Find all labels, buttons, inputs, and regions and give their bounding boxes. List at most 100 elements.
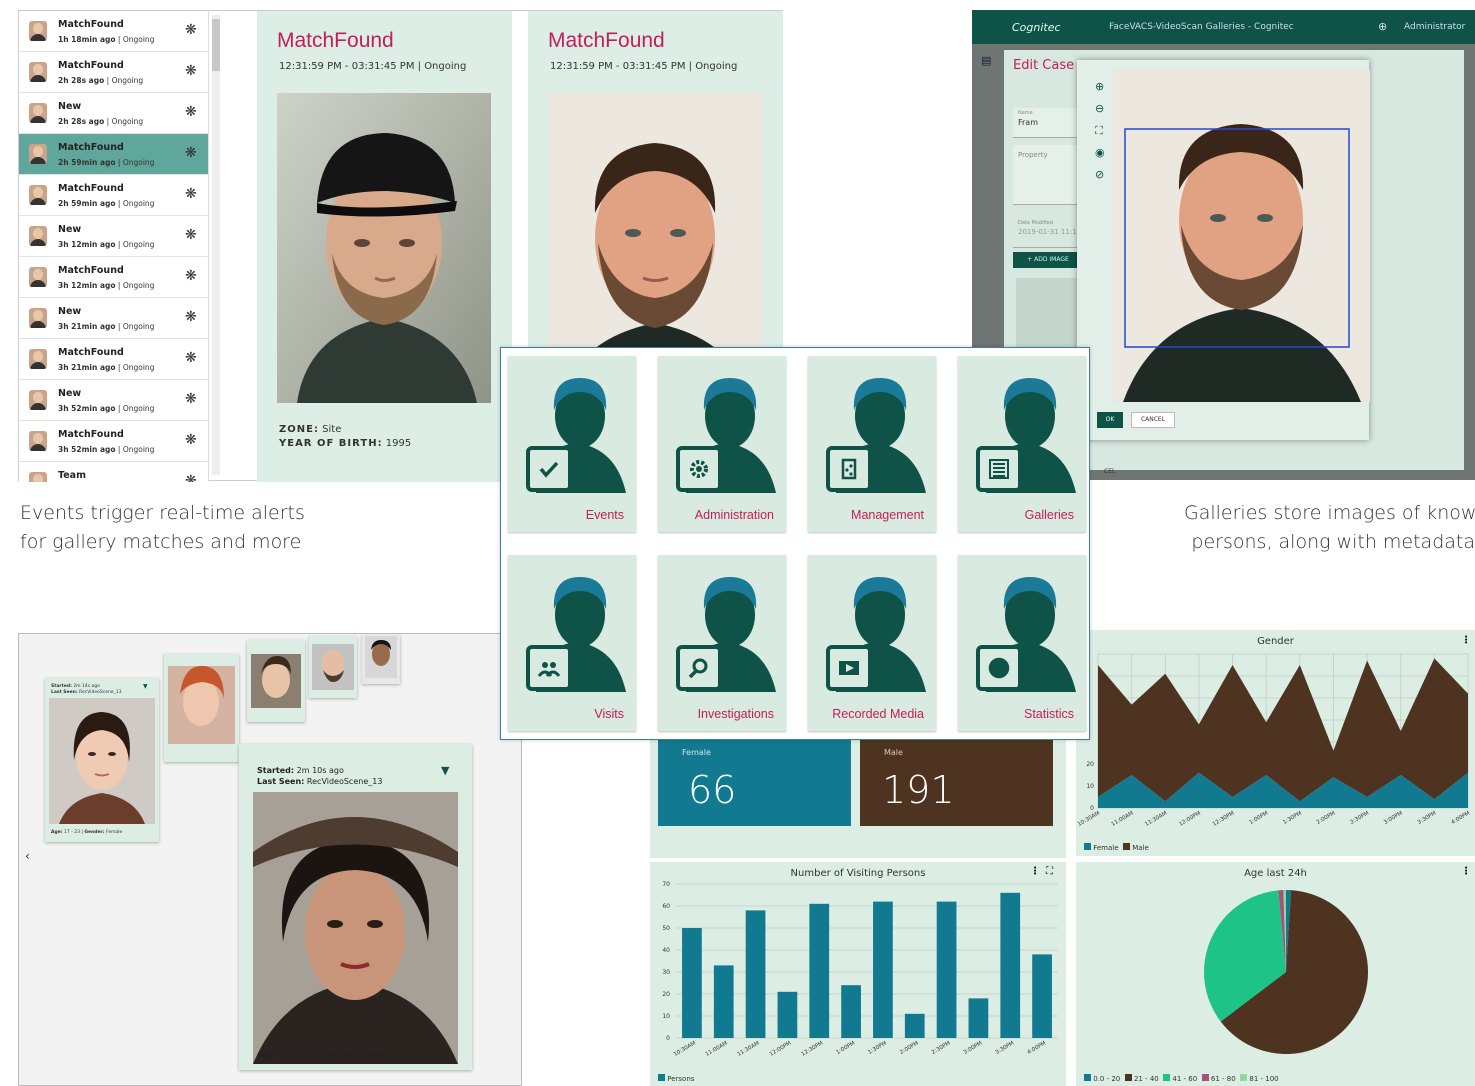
chevron-left-icon[interactable]: ‹ <box>25 849 30 863</box>
case-face-photo[interactable] <box>1113 70 1370 402</box>
user-menu[interactable]: Administrator <box>1404 22 1465 32</box>
event-avatar <box>29 390 47 410</box>
bar[interactable] <box>841 985 861 1038</box>
card-attrs: Age: 38 - 44 | Gender: Female <box>257 1050 384 1059</box>
bar[interactable] <box>682 928 702 1038</box>
legend-label: Male <box>1132 844 1149 852</box>
bar[interactable] <box>1000 892 1021 1038</box>
event-list-item[interactable]: MatchFound 2h 59min ago | Ongoing ❋ <box>19 175 208 216</box>
bar[interactable] <box>809 903 830 1038</box>
wall-card-small[interactable] <box>362 634 400 684</box>
event-list[interactable]: MatchFound 1h 18min ago | Ongoing ❋ MatchFo… <box>19 11 209 482</box>
add-image-button[interactable]: + ADD IMAGE <box>1013 252 1083 268</box>
nav-tile-recorded-media[interactable]: Recorded Media <box>808 555 936 731</box>
y-tick-label: 20 <box>1086 761 1094 768</box>
cancel-button-partial[interactable]: CEL <box>1104 468 1115 475</box>
bar[interactable] <box>873 901 893 1038</box>
event-status: Ongoing <box>122 445 155 454</box>
asterisk-icon[interactable]: ❋ <box>185 474 197 482</box>
event-list-item[interactable]: MatchFound 3h 52min ago | Ongoing ❋ <box>19 421 208 462</box>
event-list-item[interactable]: New 3h 52min ago | Ongoing ❋ <box>19 380 208 421</box>
bar[interactable] <box>777 991 798 1038</box>
caption-line: for gallery matches and more <box>20 531 302 553</box>
eye-off-icon[interactable]: ⊘ <box>1095 164 1105 186</box>
wall-card-small[interactable] <box>309 636 357 698</box>
wall-card-small[interactable] <box>247 640 305 722</box>
wall-card-medium[interactable]: Started: 2m 14s ago Last Seen: RecVideoS… <box>45 678 159 842</box>
x-tick-label: 11:00AM <box>1111 810 1135 828</box>
person-silhouette-icon <box>826 577 926 692</box>
legend-label: 81 - 100 <box>1249 1075 1279 1083</box>
probe-face-photo <box>277 93 491 403</box>
event-list-item[interactable]: Team ❋ <box>19 462 208 482</box>
more-vert-icon[interactable]: ⋮ <box>1461 635 1471 646</box>
fullscreen-icon[interactable]: ⛶ <box>1046 866 1053 877</box>
more-vert-icon[interactable]: ⋮ <box>1461 866 1471 877</box>
nav-tile-management[interactable]: Management <box>808 356 936 532</box>
nav-tile-administration[interactable]: Administration <box>658 356 786 532</box>
event-status: Ongoing <box>122 322 155 331</box>
nav-tile-galleries[interactable]: Galleries <box>958 356 1086 532</box>
legend-label: 0.0 - 20 <box>1093 1075 1121 1083</box>
bar[interactable] <box>713 965 734 1038</box>
event-list-item[interactable]: New 3h 21min ago | Ongoing ❋ <box>19 298 208 339</box>
bar[interactable] <box>745 910 766 1038</box>
nav-tile-visits[interactable]: Visits <box>508 555 636 731</box>
event-list-item[interactable]: MatchFound 1h 18min ago | Ongoing ❋ <box>19 11 208 52</box>
menu-icon[interactable]: ▤ <box>981 54 991 67</box>
asterisk-icon[interactable]: ❋ <box>185 146 197 160</box>
event-list-item[interactable]: MatchFound 3h 21min ago | Ongoing ❋ <box>19 339 208 380</box>
asterisk-icon[interactable]: ❋ <box>185 433 197 447</box>
zoom-in-icon[interactable]: ⊕ <box>1095 76 1105 98</box>
asterisk-icon[interactable]: ❋ <box>185 269 197 283</box>
cancel-button[interactable]: CANCEL <box>1131 412 1175 428</box>
event-list-item[interactable]: MatchFound 2h 28s ago | Ongoing ❋ <box>19 52 208 93</box>
wall-card-small[interactable] <box>164 654 239 762</box>
event-list-item[interactable]: New 2h 28s ago | Ongoing ❋ <box>19 93 208 134</box>
event-list-item[interactable]: New 3h 12min ago | Ongoing ❋ <box>19 216 208 257</box>
asterisk-icon[interactable]: ❋ <box>185 64 197 78</box>
asterisk-icon[interactable]: ❋ <box>185 187 197 201</box>
female-value: 66 <box>688 768 737 812</box>
asterisk-icon[interactable]: ❋ <box>185 23 197 37</box>
age-label: Age: <box>257 1050 278 1059</box>
event-list-item[interactable]: MatchFound 2h 59min ago | Ongoing ❋ <box>19 134 208 175</box>
card-info: Started: 2m 10s ago Last Seen: RecVideoS… <box>257 765 382 787</box>
eye-icon[interactable]: ◉ <box>1095 142 1105 164</box>
event-avatar <box>29 267 47 287</box>
chart-legend: Female Male <box>1084 843 1149 852</box>
bar[interactable] <box>904 1013 925 1038</box>
fit-icon[interactable]: ⛶ <box>1095 120 1105 142</box>
globe-icon[interactable]: ⊕ <box>1378 20 1387 33</box>
asterisk-icon[interactable]: ❋ <box>185 105 197 119</box>
age-label: Age: <box>51 830 63 835</box>
asterisk-icon[interactable]: ❋ <box>185 392 197 406</box>
image-thumbnail[interactable] <box>1016 278 1080 358</box>
zone-value: Site <box>322 424 342 435</box>
y-tick-label: 50 <box>662 925 670 932</box>
nav-tile-statistics[interactable]: Statistics <box>958 555 1086 731</box>
nav-tile-events[interactable]: Events <box>508 356 636 532</box>
zoom-out-icon[interactable]: ⊖ <box>1095 98 1105 120</box>
card-info: Started: 2m 14s ago Last Seen: RecVideoS… <box>51 684 122 696</box>
asterisk-icon[interactable]: ❋ <box>185 228 197 242</box>
scroll-thumb[interactable] <box>212 19 220 71</box>
legend-swatch <box>1201 1074 1209 1081</box>
bar[interactable] <box>936 901 957 1038</box>
event-title: MatchFound <box>58 19 124 30</box>
shield-icon: ▼ <box>143 683 148 690</box>
more-vert-icon[interactable]: ⋮ <box>1030 866 1040 877</box>
bar[interactable] <box>1032 954 1052 1038</box>
event-list-scrollbar[interactable] <box>212 15 220 475</box>
event-separator: | <box>106 117 110 126</box>
asterisk-icon[interactable]: ❋ <box>185 351 197 365</box>
legend-label: Female <box>1093 844 1119 852</box>
person-silhouette-icon <box>526 577 626 692</box>
nav-tile-investigations[interactable]: Investigations <box>658 555 786 731</box>
match-card-probe[interactable]: MatchFound 12:31:59 PM - 03:31:45 PM | O… <box>257 11 512 482</box>
ok-button[interactable]: OK <box>1097 412 1123 428</box>
bar[interactable] <box>968 998 989 1038</box>
wall-card-large[interactable]: Started: 2m 10s ago Last Seen: RecVideoS… <box>239 744 472 1070</box>
asterisk-icon[interactable]: ❋ <box>185 310 197 324</box>
event-list-item[interactable]: MatchFound 3h 12min ago | Ongoing ❋ <box>19 257 208 298</box>
